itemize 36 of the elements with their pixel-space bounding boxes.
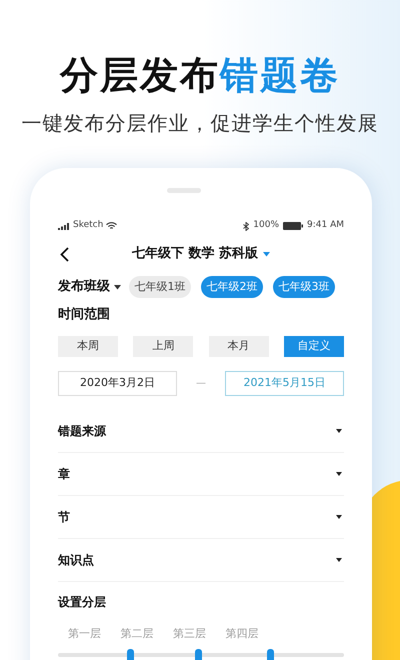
period-button[interactable]: 本月 — [208, 336, 269, 357]
nav-title[interactable]: 七年级下 数学 苏科版 — [132, 244, 258, 264]
slider-thumb[interactable] — [195, 648, 202, 660]
bluetooth-icon — [243, 222, 250, 230]
class-label: 发布班级 — [58, 278, 110, 296]
layer-label: 第三层 — [172, 626, 206, 642]
layer-label: 第一层 — [68, 626, 101, 642]
time-range-label: 时间范围 — [58, 306, 111, 324]
layer-label: 第二层 — [120, 626, 154, 642]
battery-icon — [283, 222, 303, 230]
headline-accent-text: 错题卷 — [220, 52, 340, 99]
headline-text: 分层发布 — [60, 52, 220, 99]
subtitle: 一键发布分层作业，促进学生个性发展 — [22, 110, 378, 136]
wifi-icon — [106, 222, 118, 230]
layer-label: 第四层 — [225, 626, 258, 642]
caret-icon[interactable] — [336, 429, 342, 433]
caret-icon — [263, 252, 270, 256]
period-button[interactable]: 本周 — [58, 336, 118, 357]
signal-icon — [58, 222, 70, 230]
back-icon[interactable] — [60, 246, 69, 262]
filter-label[interactable]: 章 — [58, 465, 70, 483]
filter-label[interactable]: 节 — [58, 508, 70, 526]
clock-time: 9:41 AM — [307, 219, 344, 232]
battery-percent: 100% — [253, 219, 279, 232]
date-field[interactable]: 2020年3月2日 — [58, 371, 177, 396]
period-button[interactable]: 上周 — [133, 336, 194, 357]
filter-label[interactable]: 错题来源 — [58, 422, 106, 440]
carrier-text: Sketch — [73, 219, 104, 232]
caret-icon[interactable] — [336, 472, 342, 476]
date-separator: — — [196, 377, 206, 391]
caret-icon[interactable] — [336, 558, 342, 562]
class-chip[interactable]: 七年级1班 — [129, 276, 191, 298]
filter-label[interactable]: 知识点 — [58, 551, 94, 569]
caret-icon[interactable] — [114, 284, 121, 290]
layers-label: 设置分层 — [58, 594, 107, 611]
caret-icon[interactable] — [336, 515, 342, 519]
